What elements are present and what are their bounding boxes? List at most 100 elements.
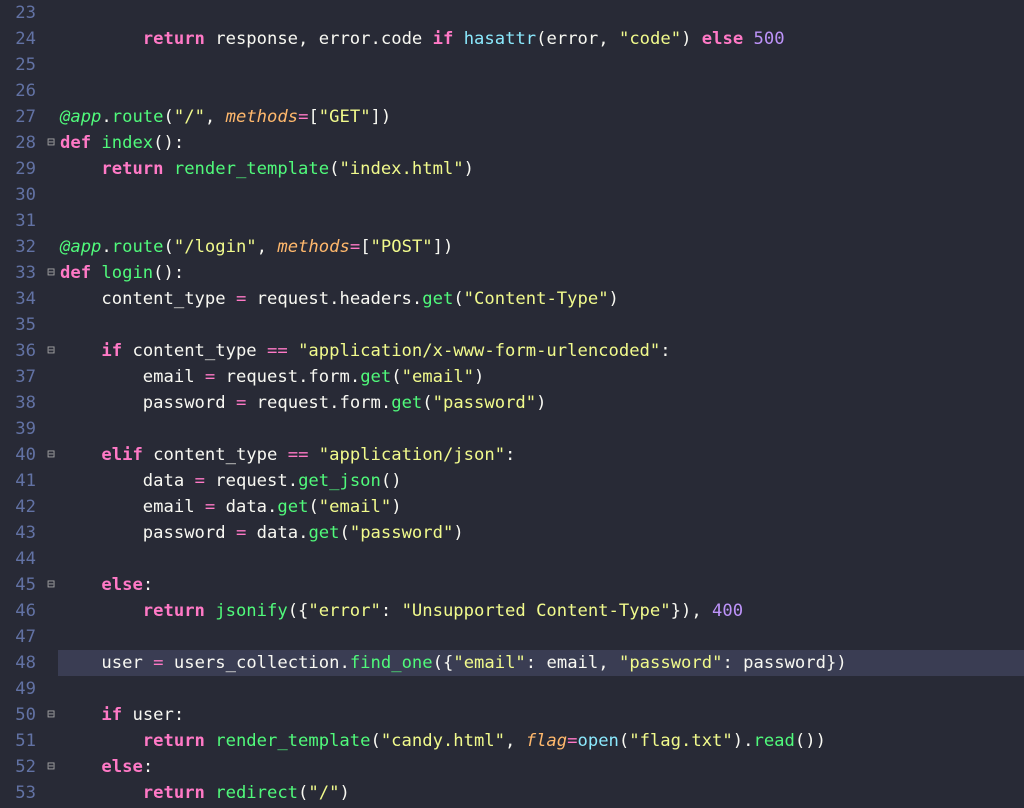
- code-line[interactable]: [58, 52, 1024, 78]
- code-line[interactable]: [58, 0, 1024, 26]
- code-line[interactable]: def login():: [58, 260, 1024, 286]
- code-area[interactable]: return response, error.code if hasattr(e…: [58, 0, 1024, 808]
- token-op: =: [153, 653, 163, 673]
- fold-open-icon[interactable]: ⊟: [47, 572, 55, 598]
- code-line[interactable]: [58, 546, 1024, 572]
- line-number[interactable]: 46: [4, 598, 36, 624]
- token-punc: ]: [433, 237, 443, 257]
- line-number[interactable]: 52: [4, 754, 36, 780]
- code-line[interactable]: return jsonify({"error": "Unsupported Co…: [58, 598, 1024, 624]
- line-number[interactable]: 48: [4, 650, 36, 676]
- token-kw: return: [143, 29, 205, 49]
- line-number[interactable]: 43: [4, 520, 36, 546]
- code-line[interactable]: email = request.form.get("email"): [58, 364, 1024, 390]
- code-editor[interactable]: 2324252627282930313233343536373839404142…: [0, 0, 1024, 808]
- line-number[interactable]: 51: [4, 728, 36, 754]
- code-line[interactable]: else:: [58, 754, 1024, 780]
- line-number[interactable]: 33: [4, 260, 36, 286]
- fold-open-icon[interactable]: ⊟: [47, 754, 55, 780]
- token-op: =: [205, 497, 215, 517]
- line-number[interactable]: 41: [4, 468, 36, 494]
- token-sp: [215, 364, 225, 390]
- token-kw: def: [60, 263, 91, 283]
- token-sp: [60, 390, 143, 416]
- token-punc: ,: [205, 107, 215, 127]
- token-punc: ): [443, 237, 453, 257]
- code-line[interactable]: else:: [58, 572, 1024, 598]
- line-number[interactable]: 45: [4, 572, 36, 598]
- line-number[interactable]: 50: [4, 702, 36, 728]
- fold-open-icon[interactable]: ⊟: [47, 442, 55, 468]
- code-line[interactable]: if content_type == "application/x-www-fo…: [58, 338, 1024, 364]
- line-number[interactable]: 30: [4, 182, 36, 208]
- code-line[interactable]: def index():: [58, 130, 1024, 156]
- code-line[interactable]: content_type = request.headers.get("Cont…: [58, 286, 1024, 312]
- line-number[interactable]: 27: [4, 104, 36, 130]
- fold-open-icon[interactable]: ⊟: [47, 260, 55, 286]
- code-line[interactable]: @app.route("/login", methods=["POST"]): [58, 234, 1024, 260]
- code-line[interactable]: [58, 624, 1024, 650]
- token-kw: elif: [101, 445, 142, 465]
- code-line[interactable]: return render_template("index.html"): [58, 156, 1024, 182]
- line-number[interactable]: 37: [4, 364, 36, 390]
- line-number[interactable]: 36: [4, 338, 36, 364]
- token-str: "application/json": [319, 445, 505, 465]
- token-punc: :: [143, 575, 153, 595]
- code-line[interactable]: return response, error.code if hasattr(e…: [58, 26, 1024, 52]
- line-number[interactable]: 47: [4, 624, 36, 650]
- code-line[interactable]: password = request.form.get("password"): [58, 390, 1024, 416]
- fold-marker-slot: [44, 598, 58, 624]
- code-line[interactable]: @app.route("/", methods=["GET"]): [58, 104, 1024, 130]
- token-call: jsonify: [215, 601, 287, 621]
- line-number[interactable]: 35: [4, 312, 36, 338]
- line-number-gutter[interactable]: 2324252627282930313233343536373839404142…: [0, 0, 44, 808]
- fold-open-icon[interactable]: ⊟: [47, 130, 55, 156]
- token-sp: [60, 780, 143, 806]
- code-line[interactable]: [58, 312, 1024, 338]
- code-line[interactable]: [58, 182, 1024, 208]
- token-punc: ,: [505, 731, 515, 751]
- code-line[interactable]: [58, 208, 1024, 234]
- line-number[interactable]: 49: [4, 676, 36, 702]
- token-punc: (: [422, 393, 432, 413]
- line-number[interactable]: 40: [4, 442, 36, 468]
- line-number[interactable]: 26: [4, 78, 36, 104]
- code-line[interactable]: return redirect("/"): [58, 780, 1024, 806]
- token-punc: .: [101, 237, 111, 257]
- line-number[interactable]: 44: [4, 546, 36, 572]
- token-punc: .: [298, 523, 308, 543]
- line-number[interactable]: 23: [4, 0, 36, 26]
- code-line[interactable]: [58, 416, 1024, 442]
- line-number[interactable]: 31: [4, 208, 36, 234]
- line-number[interactable]: 32: [4, 234, 36, 260]
- line-number[interactable]: 28: [4, 130, 36, 156]
- code-line[interactable]: return render_template("candy.html", fla…: [58, 728, 1024, 754]
- fold-open-icon[interactable]: ⊟: [47, 702, 55, 728]
- token-punc: ): [453, 523, 463, 543]
- line-number[interactable]: 38: [4, 390, 36, 416]
- code-line[interactable]: user = users_collection.find_one({"email…: [58, 650, 1024, 676]
- fold-column[interactable]: ⊟ ⊟ ⊟ ⊟ ⊟ ⊟ ⊟: [44, 0, 58, 808]
- line-number[interactable]: 24: [4, 26, 36, 52]
- code-line[interactable]: password = data.get("password"): [58, 520, 1024, 546]
- token-punc: :: [526, 653, 536, 673]
- code-line[interactable]: elif content_type == "application/json":: [58, 442, 1024, 468]
- token-sp: [60, 26, 143, 52]
- token-punc: ): [474, 367, 484, 387]
- line-number[interactable]: 29: [4, 156, 36, 182]
- token-punc: :: [722, 653, 732, 673]
- line-number[interactable]: 53: [4, 780, 36, 806]
- code-line[interactable]: email = data.get("email"): [58, 494, 1024, 520]
- line-number[interactable]: 42: [4, 494, 36, 520]
- line-number[interactable]: 39: [4, 416, 36, 442]
- fold-open-icon[interactable]: ⊟: [47, 338, 55, 364]
- line-number[interactable]: 34: [4, 286, 36, 312]
- code-line[interactable]: [58, 676, 1024, 702]
- token-sp: [143, 650, 153, 676]
- code-line[interactable]: [58, 78, 1024, 104]
- code-line[interactable]: if user:: [58, 702, 1024, 728]
- line-number[interactable]: 25: [4, 52, 36, 78]
- code-line[interactable]: data = request.get_json(): [58, 468, 1024, 494]
- token-str: "flag.txt": [629, 731, 732, 751]
- fold-marker-slot: [44, 780, 58, 806]
